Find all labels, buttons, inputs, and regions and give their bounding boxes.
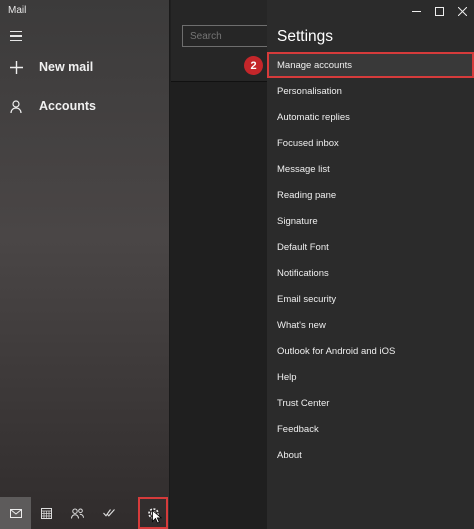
todo-switch-button[interactable] <box>93 497 124 529</box>
settings-item-email-security[interactable]: Email security <box>267 286 474 312</box>
mail-switch-button[interactable] <box>0 497 31 529</box>
close-icon <box>458 6 467 16</box>
person-icon <box>8 99 24 113</box>
settings-item-signature[interactable]: Signature <box>267 208 474 234</box>
calendar-icon <box>41 507 52 519</box>
calendar-switch-button[interactable] <box>31 497 62 529</box>
hamburger-icon[interactable] <box>10 31 22 41</box>
app-title: Mail <box>8 5 27 16</box>
settings-item-focused-inbox[interactable]: Focused inbox <box>267 130 474 156</box>
settings-item-outlook-mobile[interactable]: Outlook for Android and iOS <box>267 338 474 364</box>
settings-item-trust-center[interactable]: Trust Center <box>267 390 474 416</box>
settings-title: Settings <box>277 28 334 45</box>
settings-item-whats-new[interactable]: What's new <box>267 312 474 338</box>
settings-item-feedback[interactable]: Feedback <box>267 416 474 442</box>
settings-item-help[interactable]: Help <box>267 364 474 390</box>
mail-icon <box>9 508 22 518</box>
new-mail-button[interactable]: New mail <box>8 60 93 74</box>
new-mail-label: New mail <box>39 60 94 74</box>
step-badge-2: 2 <box>244 56 263 75</box>
minimize-button[interactable] <box>405 0 428 22</box>
maximize-icon <box>435 6 444 16</box>
settings-item-reading-pane[interactable]: Reading pane <box>267 182 474 208</box>
settings-item-personalisation[interactable]: Personalisation <box>267 78 474 104</box>
minimize-icon <box>412 10 421 12</box>
accounts-button[interactable]: Accounts <box>8 99 96 113</box>
search-input[interactable] <box>182 25 272 47</box>
todo-check-icon <box>102 509 115 517</box>
people-switch-button[interactable] <box>62 497 93 529</box>
settings-item-about[interactable]: About <box>267 442 474 468</box>
settings-flyout: Settings Manage accounts Personalisation… <box>267 0 474 529</box>
close-button[interactable] <box>451 0 474 22</box>
settings-item-manage-accounts[interactable]: Manage accounts <box>267 52 474 78</box>
settings-item-default-font[interactable]: Default Font <box>267 234 474 260</box>
navigation-pane: Mail New mail Accounts <box>0 0 170 529</box>
message-list-area <box>171 0 272 529</box>
settings-item-notifications[interactable]: Notifications <box>267 260 474 286</box>
plus-icon <box>8 60 24 74</box>
settings-item-automatic-replies[interactable]: Automatic replies <box>267 104 474 130</box>
mouse-pointer-icon <box>152 510 162 524</box>
maximize-button[interactable] <box>428 0 451 22</box>
people-icon <box>71 508 84 519</box>
window-controls <box>405 0 474 22</box>
settings-menu: Manage accounts Personalisation Automati… <box>267 52 474 468</box>
settings-item-message-list[interactable]: Message list <box>267 156 474 182</box>
accounts-label: Accounts <box>39 99 96 113</box>
